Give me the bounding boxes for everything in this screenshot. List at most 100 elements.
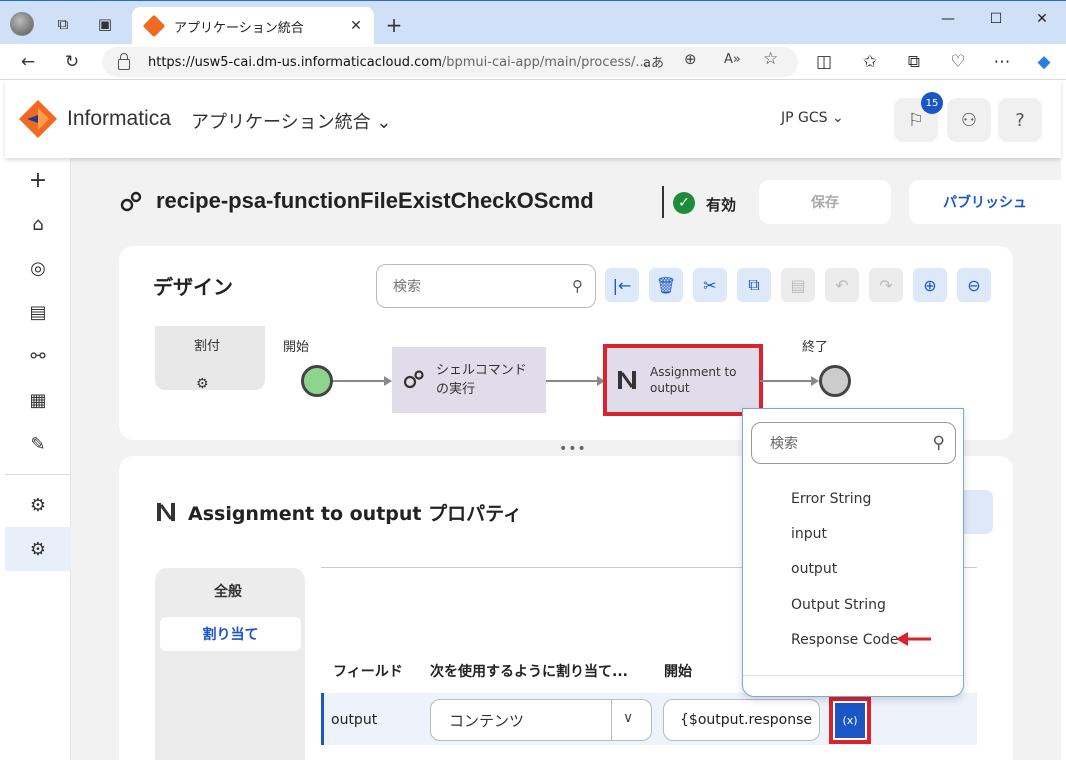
title-separator [662, 186, 664, 218]
tab-title: アプリケーション統合 [174, 20, 304, 36]
dropdown-item-output-string[interactable]: Output String [791, 597, 886, 613]
back-arrow-icon[interactable]: ← [16, 50, 40, 74]
current-process-gears-icon[interactable]: ⚙ [26, 537, 50, 561]
connector-arrow [384, 376, 392, 386]
copy-icon[interactable]: ⧉ [737, 268, 771, 302]
process-title: recipe-psa-functionFileExistCheckOScmd [156, 188, 594, 213]
connector-line [333, 380, 385, 382]
address-bar-row: ← ↻ https://usw5-cai.dm-us.informaticacl… [0, 44, 1066, 80]
chevron-down-icon: ⌄ [832, 110, 844, 126]
maximize-icon[interactable]: ☐ [984, 11, 1008, 27]
chevron-down-icon[interactable]: ∨ [623, 710, 633, 726]
expression-picker-button[interactable]: (x) [829, 697, 871, 744]
left-nav-rail: + ⌂ ◎ ▤ ⚯ ▦ ✎ ⚙ ⚙ [5, 158, 71, 760]
explore-compass-icon[interactable]: ◎ [26, 256, 50, 280]
connections-icon[interactable]: ⚯ [26, 344, 50, 368]
expression-value: {$output.response [680, 712, 813, 728]
resize-handle-icon[interactable]: ••• [559, 441, 587, 457]
column-header-field: フィールド [333, 664, 403, 680]
assign-type-select[interactable]: コンテンツ ∨ [430, 699, 652, 741]
rail-divider [5, 474, 71, 475]
home-icon[interactable]: ⌂ [26, 212, 50, 236]
assign-type-value: コンテンツ [449, 712, 525, 730]
org-name: JP GCS [781, 110, 828, 126]
app-switcher[interactable]: アプリケーション統合 ⌄ [191, 108, 391, 134]
dropdown-item-response-code[interactable]: Response Code [791, 632, 899, 648]
add-new-icon[interactable]: + [26, 168, 50, 193]
start-node[interactable] [301, 365, 333, 397]
favorites-icon[interactable]: ✩ [858, 50, 882, 74]
notification-badge: 15 [921, 92, 943, 114]
tab-close-icon[interactable]: ✕ [346, 18, 366, 34]
workspaces-icon[interactable]: ⧉ [52, 13, 74, 35]
open-process-gears-icon[interactable]: ⚙ [26, 493, 50, 517]
help-icon: ? [1015, 109, 1025, 131]
dropdown-item-input[interactable]: input [791, 526, 827, 542]
undo-icon[interactable]: ↶ [825, 268, 859, 302]
shell-gears-icon [403, 370, 424, 389]
chevron-down-icon: ⌄ [376, 112, 392, 133]
assign-palette-label: 割付 [194, 339, 221, 354]
end-label: 終了 [802, 340, 829, 355]
save-button[interactable]: 保存 [759, 180, 891, 224]
zoom-in-icon[interactable]: ⊕ [913, 268, 947, 302]
window-close-icon[interactable]: ✕ [1030, 11, 1054, 27]
end-node[interactable] [819, 365, 851, 397]
copilot-icon[interactable]: ◆ [1032, 50, 1056, 74]
dropdown-search-input[interactable]: 検索 ⚲ [751, 422, 956, 464]
column-header-assign-using: 次を使用するように割り当て... [430, 664, 628, 680]
zoom-icon[interactable]: ⊕ [684, 50, 697, 68]
search-icon: ⚲ [932, 433, 945, 453]
favorite-star-icon[interactable]: ☆ [763, 49, 778, 69]
user-profile-button[interactable]: ⚇ [947, 98, 991, 142]
select-divider [611, 700, 612, 740]
administrator-wrench-icon[interactable]: ✎ [26, 432, 50, 456]
minimize-icon[interactable]: — [936, 11, 960, 27]
start-label: 開始 [283, 340, 310, 355]
browser-essentials-icon[interactable]: ♡ [946, 50, 970, 74]
immersive-reader-icon[interactable]: A» [724, 52, 741, 67]
dropdown-footer-divider [743, 675, 963, 676]
profile-avatar[interactable] [10, 12, 34, 36]
dropdown-item-error-string[interactable]: Error String [791, 491, 871, 507]
assets-icon[interactable]: ▤ [26, 300, 50, 324]
brand-name: Informatica [67, 107, 171, 130]
url-path: /bpmui-cai-app/main/process/... [441, 54, 648, 70]
tab-actions-icon[interactable]: ▣ [94, 13, 116, 35]
expression-input[interactable]: {$output.response [663, 699, 820, 741]
org-selector[interactable]: JP GCS ⌄ [781, 110, 844, 126]
tab-general[interactable]: 全般 [214, 581, 242, 601]
new-tab-icon[interactable]: + [382, 13, 406, 37]
connector-line [546, 380, 598, 382]
informatica-logo-icon [19, 100, 57, 138]
browser-tab-bar: ⧉ ▣ アプリケーション統合 ✕ + — ☐ ✕ [0, 0, 1066, 45]
assignment-icon [618, 371, 636, 389]
cut-scissors-icon[interactable]: ✂ [693, 268, 727, 302]
assign-gears-icon: ⚙ [196, 376, 209, 392]
collapse-left-icon[interactable]: |← [605, 268, 639, 302]
refresh-icon[interactable]: ↻ [60, 50, 84, 74]
browser-tab[interactable]: アプリケーション統合 ✕ [132, 7, 374, 45]
annotation-arrow-icon [896, 632, 931, 646]
read-aloud-icon[interactable]: aあ [643, 52, 664, 71]
redo-icon[interactable]: ↷ [869, 268, 903, 302]
delete-trash-icon[interactable]: 🗑 [649, 268, 683, 302]
collections-icon[interactable]: ⧉ [902, 50, 926, 74]
tab-assignments[interactable]: 割り当て [160, 617, 301, 651]
design-search-input[interactable]: 検索 ⚲ [376, 264, 596, 308]
help-button[interactable]: ? [998, 98, 1042, 142]
properties-title: Assignment to output プロパティ [188, 503, 522, 525]
fx-icon: (x) [835, 703, 865, 738]
dropdown-item-output[interactable]: output [791, 561, 837, 577]
informatica-favicon-icon [142, 14, 166, 38]
more-menu-icon[interactable]: ⋯ [990, 50, 1014, 74]
zoom-out-icon[interactable]: ⊖ [957, 268, 991, 302]
connector-arrow [811, 376, 819, 386]
monitor-icon[interactable]: ▦ [26, 388, 50, 412]
dropdown-search-placeholder: 検索 [770, 436, 798, 452]
paste-icon[interactable]: ▤ [781, 268, 815, 302]
split-screen-icon[interactable]: ◫ [812, 50, 836, 74]
design-search-placeholder: 検索 [393, 279, 421, 295]
publish-button[interactable]: パブリッシュ [909, 180, 1061, 224]
column-header-start: 開始 [664, 664, 692, 680]
